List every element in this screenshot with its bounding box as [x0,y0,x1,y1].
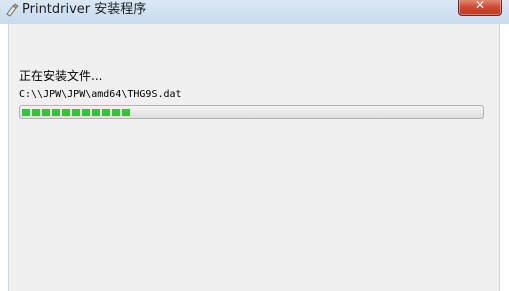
install-status-text: 正在安装文件... [19,69,103,83]
current-file-path: C:\\JPW\JPW\amd64\THG9S.dat [19,89,182,100]
close-icon: ✕ [474,0,486,12]
installer-icon [6,3,19,17]
install-progress-bar [19,105,484,119]
progress-fill [22,109,132,116]
title-bar[interactable]: Printdriver 安装程序 ✕ [0,0,509,24]
close-button[interactable]: ✕ [458,0,502,16]
content-panel [8,24,500,291]
window-title: Printdriver 安装程序 [22,2,147,17]
